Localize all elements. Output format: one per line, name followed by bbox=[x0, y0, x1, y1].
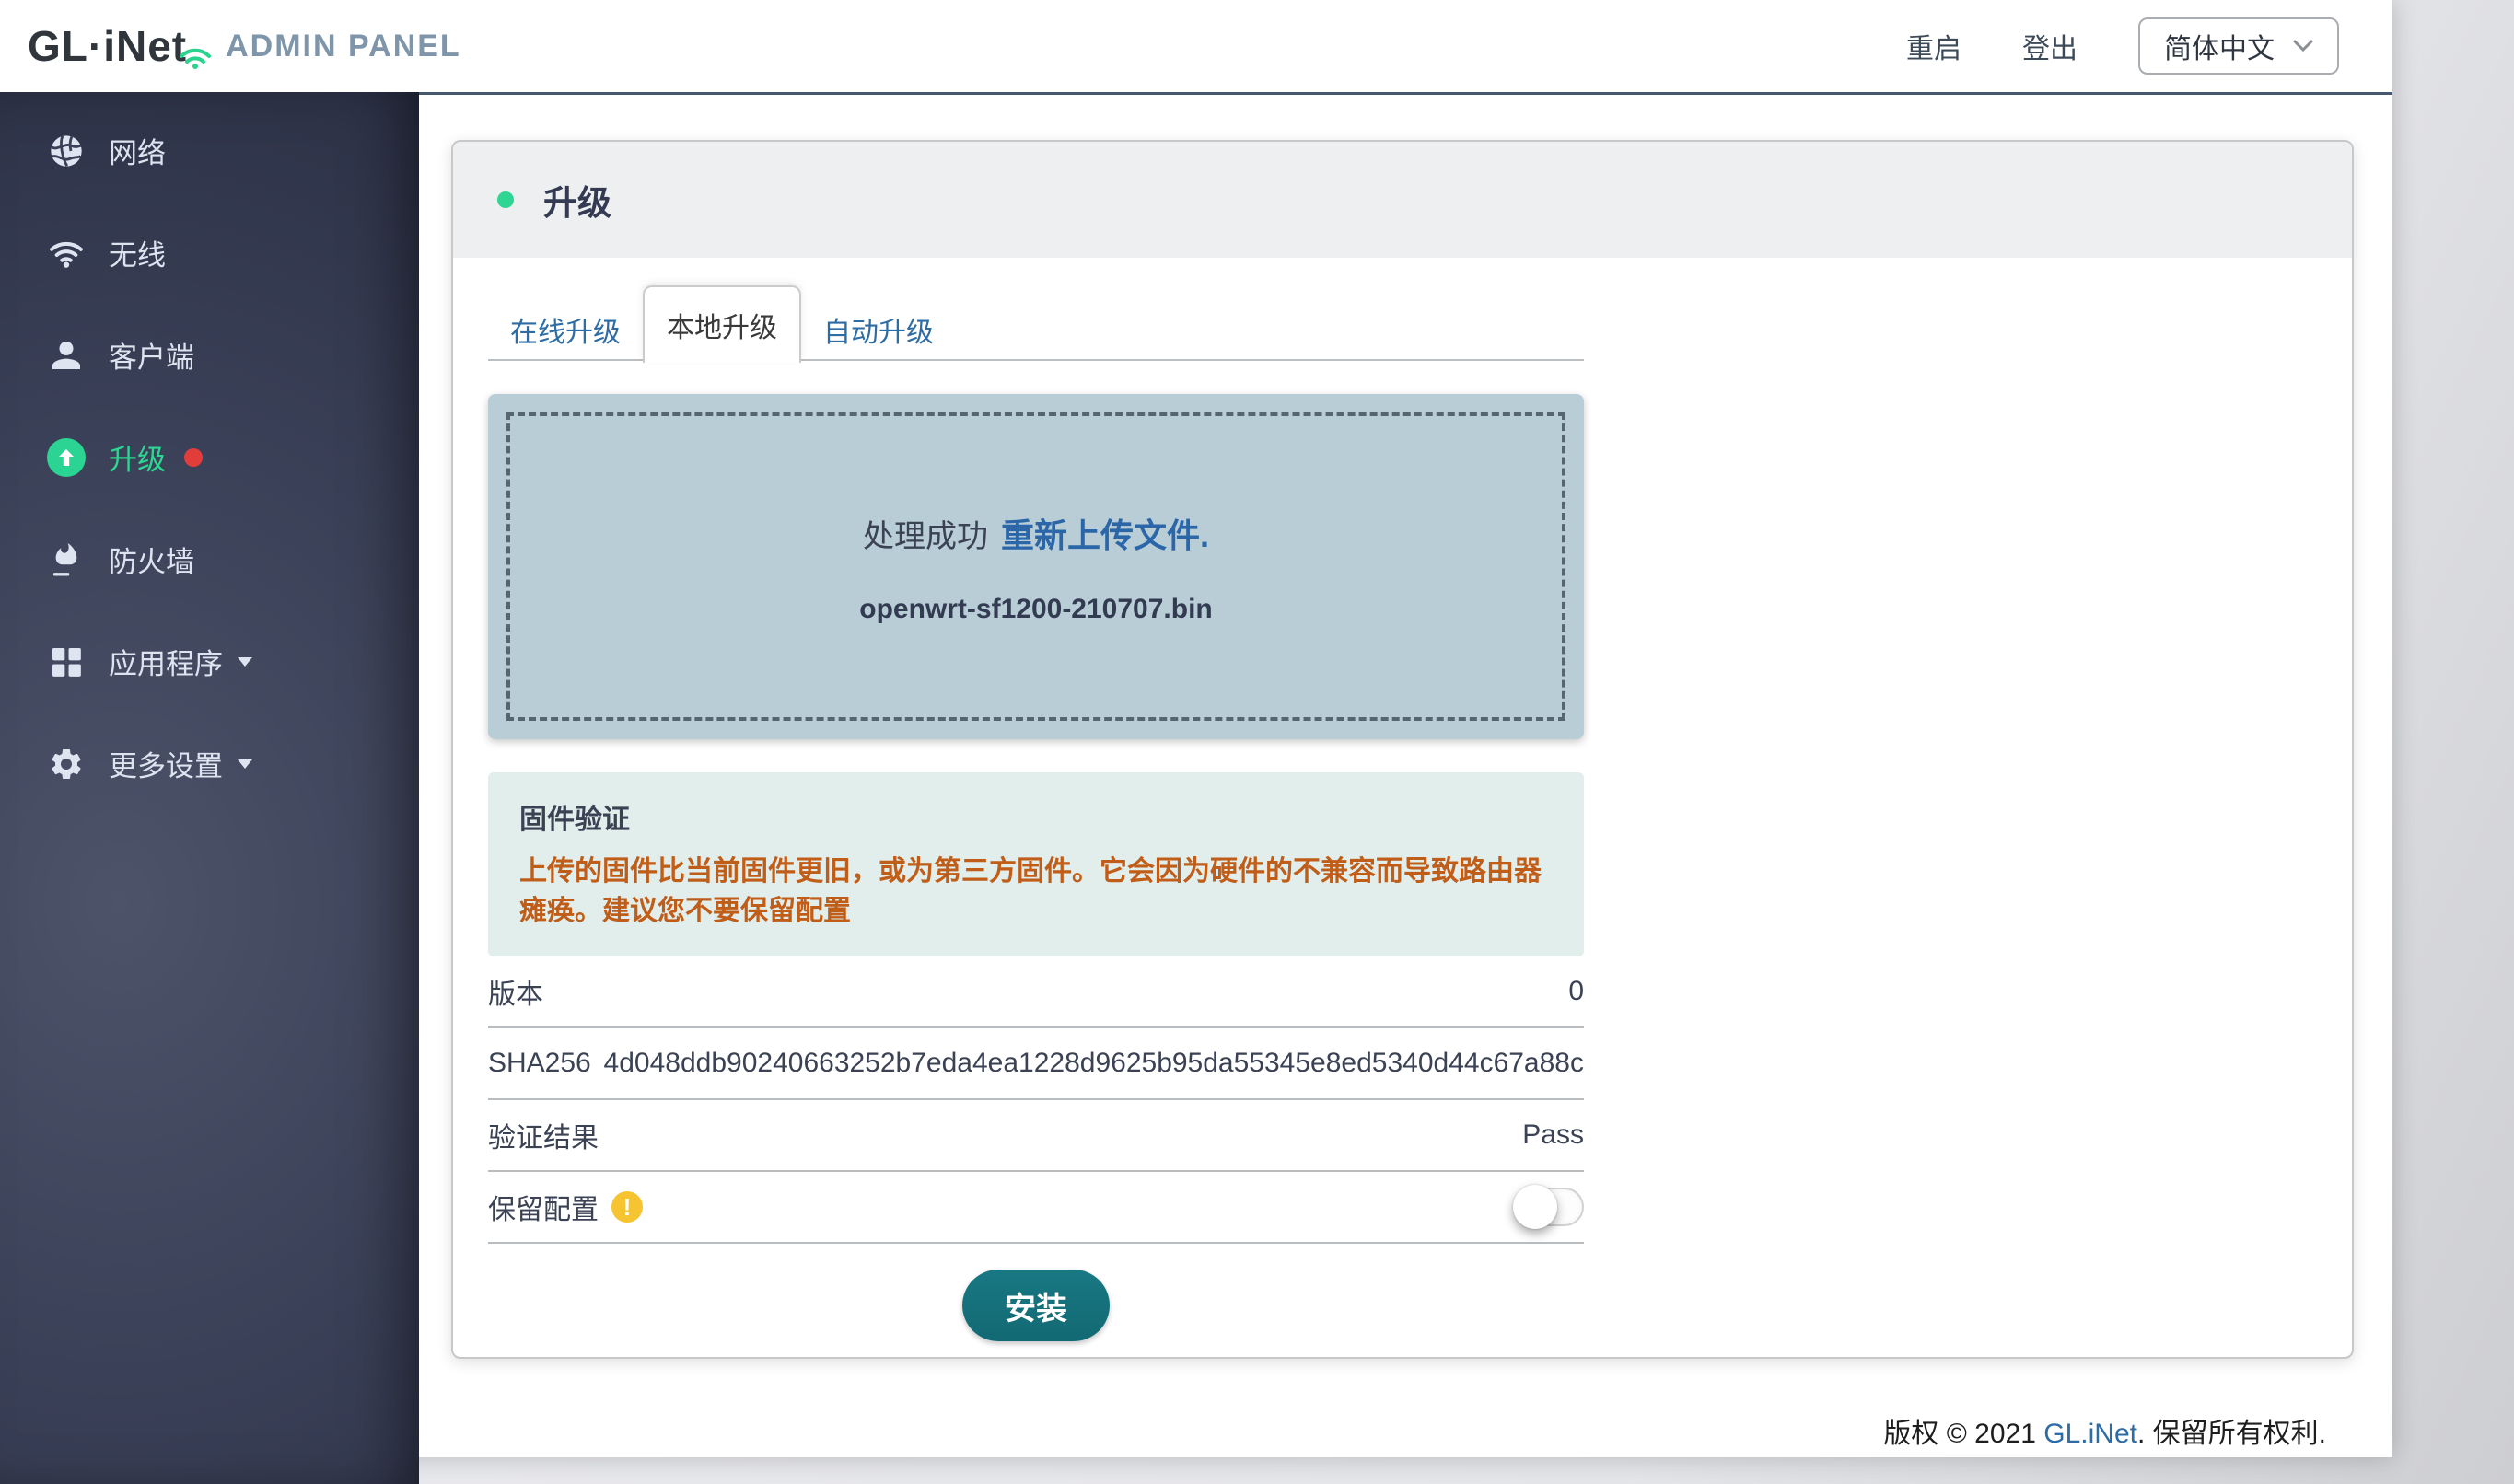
verification-title: 固件验证 bbox=[519, 796, 1553, 837]
status-dot-icon bbox=[497, 191, 514, 208]
sha256-label: SHA256 bbox=[488, 1048, 591, 1079]
gear-icon bbox=[46, 744, 87, 784]
tab-online-upgrade[interactable]: 在线升级 bbox=[488, 300, 643, 359]
sidebar-item-label: 网络 bbox=[109, 130, 166, 171]
sidebar-item-applications[interactable]: 应用程序 bbox=[0, 610, 419, 713]
footer-copyright: 版权 © 2021 GL.iNet. 保留所有权利. bbox=[1883, 1410, 2326, 1451]
table-row-verify-result: 验证结果 Pass bbox=[488, 1100, 1584, 1172]
card-body: 在线升级 本地升级 自动升级 处理成功重新上传文件. openwrt-sf120… bbox=[453, 258, 2352, 1341]
wifi-icon bbox=[46, 233, 87, 273]
wifi-arcs-icon bbox=[179, 47, 212, 69]
globe-icon bbox=[46, 131, 87, 171]
sidebar-item-label: 无线 bbox=[109, 232, 166, 273]
sidebar-item-label: 防火墙 bbox=[109, 539, 194, 580]
sidebar-item-label: 应用程序 bbox=[109, 641, 223, 682]
table-row-version: 版本 0 bbox=[488, 956, 1584, 1028]
logout-button[interactable]: 登出 bbox=[2022, 26, 2078, 66]
page-title: 升级 bbox=[543, 175, 611, 225]
notification-dot-icon bbox=[184, 448, 203, 467]
version-value: 0 bbox=[1568, 976, 1584, 1007]
sidebar-item-network[interactable]: 网络 bbox=[0, 99, 419, 202]
reupload-link[interactable]: 重新上传文件. bbox=[1001, 516, 1209, 554]
topbar-actions: 重启 登出 简体中文 bbox=[1845, 17, 2365, 75]
topbar: GL·iNet ADMIN PANEL 重启 登出 简体中文 bbox=[0, 0, 2392, 95]
dropzone-dashed-border: 处理成功重新上传文件. openwrt-sf1200-210707.bin bbox=[506, 412, 1565, 721]
upgrade-tabs: 在线升级 本地升级 自动升级 bbox=[488, 287, 1584, 361]
sidebar-item-label: 更多设置 bbox=[109, 743, 223, 784]
admin-panel-title: ADMIN PANEL bbox=[226, 29, 461, 64]
upgrade-icon bbox=[46, 437, 87, 478]
sidebar-item-firewall[interactable]: 防火墙 bbox=[0, 508, 419, 610]
tab-auto-upgrade[interactable]: 自动升级 bbox=[801, 300, 956, 359]
firmware-dropzone[interactable]: 处理成功重新上传文件. openwrt-sf1200-210707.bin bbox=[488, 394, 1584, 739]
upgrade-circle-icon bbox=[47, 438, 86, 477]
firewall-icon bbox=[46, 539, 87, 580]
admin-panel-page: { "topbar": { "logo": "GL·iNet", "title"… bbox=[0, 0, 2514, 1484]
user-icon bbox=[46, 335, 87, 376]
sha256-value: 4d048ddb90240663252b7eda4ea1228d9625b95d… bbox=[604, 1048, 1584, 1079]
install-button[interactable]: 安装 bbox=[962, 1270, 1110, 1341]
sidebar-item-clients[interactable]: 客户端 bbox=[0, 304, 419, 406]
sidebar-item-upgrade[interactable]: 升级 bbox=[0, 406, 419, 508]
language-selector[interactable]: 简体中文 bbox=[2138, 17, 2339, 75]
keep-config-label: 保留配置 bbox=[488, 1187, 599, 1227]
gl-inet-logo: GL·iNet bbox=[28, 21, 187, 71]
table-row-keep-config: 保留配置 ! bbox=[488, 1172, 1584, 1244]
reboot-button[interactable]: 重启 bbox=[1906, 26, 1961, 66]
toggle-knob bbox=[1513, 1185, 1557, 1229]
warning-exclamation-icon: ! bbox=[611, 1191, 643, 1223]
uploaded-filename: openwrt-sf1200-210707.bin bbox=[859, 594, 1212, 625]
card-header: 升级 bbox=[453, 142, 2352, 258]
caret-down-icon bbox=[238, 759, 252, 769]
sidebar-item-wireless[interactable]: 无线 bbox=[0, 202, 419, 304]
sidebar-item-label: 升级 bbox=[109, 436, 166, 478]
version-label: 版本 bbox=[488, 971, 543, 1012]
language-selected-value: 简体中文 bbox=[2164, 26, 2275, 66]
copyright-prefix: 版权 © 2021 bbox=[1883, 1419, 2043, 1449]
upload-status-text: 处理成功 bbox=[863, 519, 988, 554]
footer-brand-link[interactable]: GL.iNet bbox=[2043, 1419, 2137, 1449]
apps-icon bbox=[46, 642, 87, 682]
chevron-down-icon bbox=[2293, 40, 2313, 52]
keep-config-label-wrap: 保留配置 ! bbox=[488, 1187, 643, 1227]
sidebar-item-label: 客户端 bbox=[109, 334, 194, 376]
table-row-sha256: SHA256 4d048ddb90240663252b7eda4ea1228d9… bbox=[488, 1028, 1584, 1100]
logo-text: GL·iNet bbox=[28, 21, 187, 71]
upload-status-line: 处理成功重新上传文件. bbox=[863, 509, 1209, 557]
firmware-verification-box: 固件验证 上传的固件比当前固件更旧，或为第三方固件。它会因为硬件的不兼容而导致路… bbox=[488, 772, 1584, 956]
install-button-row: 安装 bbox=[488, 1270, 1584, 1341]
sidebar-nav: 网络 无线 客户端 升级 bbox=[0, 92, 419, 1484]
verification-warning-text: 上传的固件比当前固件更旧，或为第三方固件。它会因为硬件的不兼容而导致路由器瘫痪。… bbox=[519, 852, 1553, 931]
sidebar-item-more-settings[interactable]: 更多设置 bbox=[0, 713, 419, 815]
tab-local-upgrade[interactable]: 本地升级 bbox=[643, 285, 801, 363]
verify-result-value: Pass bbox=[1522, 1119, 1584, 1151]
copyright-suffix: . 保留所有权利. bbox=[2137, 1419, 2326, 1449]
keep-config-toggle[interactable] bbox=[1514, 1188, 1584, 1226]
upgrade-card: 升级 在线升级 本地升级 自动升级 处理成功重新上传文件. openwrt-sf… bbox=[451, 140, 2354, 1359]
caret-down-icon bbox=[238, 657, 252, 667]
firmware-details-table: 版本 0 SHA256 4d048ddb90240663252b7eda4ea1… bbox=[488, 956, 1584, 1244]
verify-result-label: 验证结果 bbox=[488, 1115, 599, 1155]
